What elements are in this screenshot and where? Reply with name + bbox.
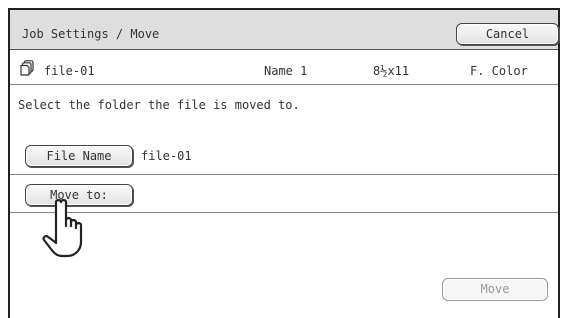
paper-size-text: 8½x11: [373, 64, 410, 78]
title-bar: Job Settings / Move Cancel: [10, 10, 559, 50]
file-name-button[interactable]: File Name: [25, 145, 133, 167]
cancel-button[interactable]: Cancel: [456, 23, 559, 45]
pointing-hand-icon: [42, 199, 83, 258]
file-name-text: file-01: [44, 64, 95, 78]
file-info-row: file-01 Name 1 8½x11 F. Color: [10, 60, 558, 82]
color-mode-text: F. Color: [470, 64, 528, 78]
page-title: Job Settings / Move: [22, 27, 160, 41]
instruction-text: Select the folder the file is moved to.: [18, 98, 300, 112]
user-name-text: Name 1: [264, 64, 308, 78]
file-stack-icon: [20, 60, 34, 76]
divider: [10, 84, 558, 85]
file-name-value: file-01: [141, 149, 192, 163]
divider: [10, 174, 558, 175]
job-settings-panel: Job Settings / Move Cancel file-01 Name …: [8, 8, 560, 318]
move-button[interactable]: Move: [442, 278, 548, 301]
